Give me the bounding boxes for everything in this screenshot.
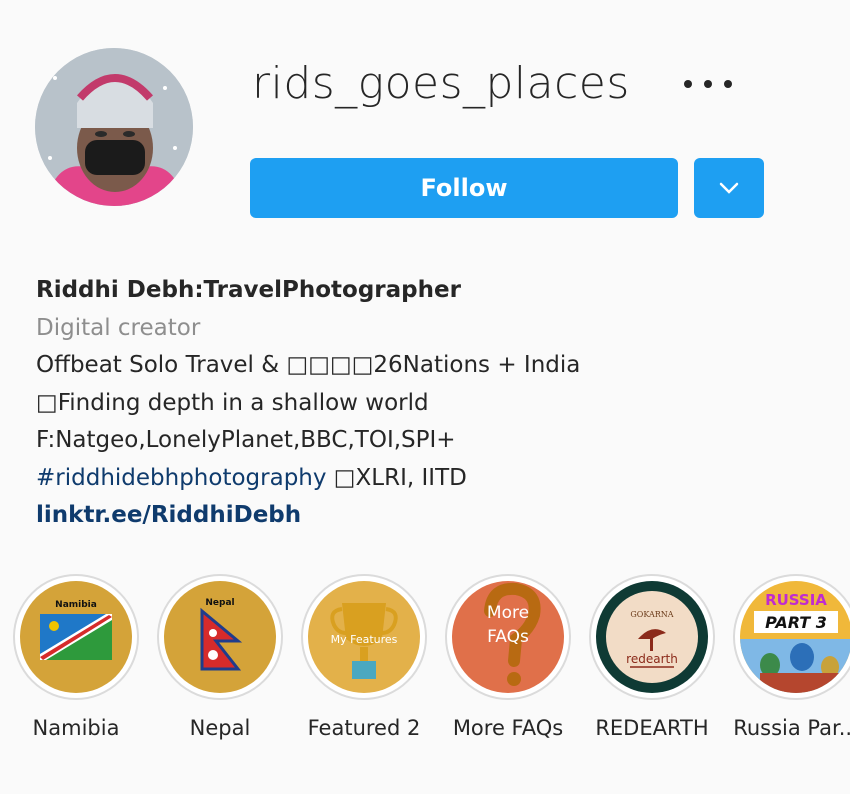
bio-line: F:Natgeo,LonelyPlanet,BBC,TOI,SPI+ [36,427,456,453]
highlight-namibia[interactable]: Namibia Namibia [6,574,146,740]
bio-line: Offbeat Solo Travel & □□□□26Nations + In… [36,352,581,378]
bio-line: #riddhidebhphotography □XLRI, IITD [36,460,836,498]
highlight-cover: Namibia [20,581,132,693]
highlight-cover-text: More FAQs [486,603,530,647]
highlight-cover: More FAQs [452,581,564,693]
chevron-down-icon [719,182,739,194]
highlight-more-faqs[interactable]: More FAQs More FAQs [438,574,578,740]
highlight-nepal[interactable]: Nepal Nepal [150,574,290,740]
highlight-label: Nepal [189,716,251,740]
highlight-label: Russia Par... [733,716,850,740]
highlight-cover-text: GOKARNA [630,610,673,619]
highlight-cover-text: Nepal [205,598,234,608]
cathedral-domes-icon [740,639,850,693]
highlight-cover: RUSSIA PART 3 [740,581,850,693]
highlight-cover: Nepal [164,581,276,693]
namibia-flag-icon [40,614,112,660]
highlight-redearth[interactable]: GOKARNA redearth REDEARTH [582,574,722,740]
more-options-button[interactable] [684,70,732,98]
highlight-label: More FAQs [452,716,564,740]
highlight-featured-2[interactable]: My Features Featured 2 [294,574,434,740]
highlight-cover: GOKARNA redearth [596,581,708,693]
profile-avatar[interactable] [35,48,193,206]
story-highlights: Namibia Namibia Nepal Nepal My Features … [0,574,850,794]
bio-text: □XLRI, IITD [326,464,467,491]
follow-button[interactable]: Follow [250,158,678,218]
highlight-cover-text: Namibia [55,600,97,610]
highlight-russia-part-3[interactable]: RUSSIA PART 3 Russia Par... [726,574,850,740]
more-horizontal-icon [704,80,712,88]
avatar-photo [35,48,193,206]
display-name: Riddhi Debh:TravelPhotographer [36,277,461,303]
category-label: Digital creator [36,314,201,341]
highlight-cover: My Features [308,581,420,693]
highlight-cover-text: redearth [626,652,678,666]
highlight-cover-text: RUSSIA [765,591,827,609]
profile-username: rids_goes_places [252,58,630,109]
highlight-label: Featured 2 [307,716,421,740]
more-horizontal-icon [724,80,732,88]
external-link[interactable]: linktr.ee/RiddhiDebh [36,497,836,535]
bio-line: □Finding depth in a shallow world [36,389,429,416]
hashtag-link[interactable]: #riddhidebhphotography [36,465,327,491]
highlight-label: Namibia [32,716,120,740]
profile-bio: Riddhi Debh:TravelPhotographer Digital c… [36,272,836,535]
suggested-dropdown-button[interactable] [694,158,764,218]
highlight-cover-text: PART 3 [765,613,827,632]
highlight-cover-text: My Features [331,633,398,646]
more-horizontal-icon [684,80,692,88]
highlight-label: REDEARTH [595,716,709,740]
